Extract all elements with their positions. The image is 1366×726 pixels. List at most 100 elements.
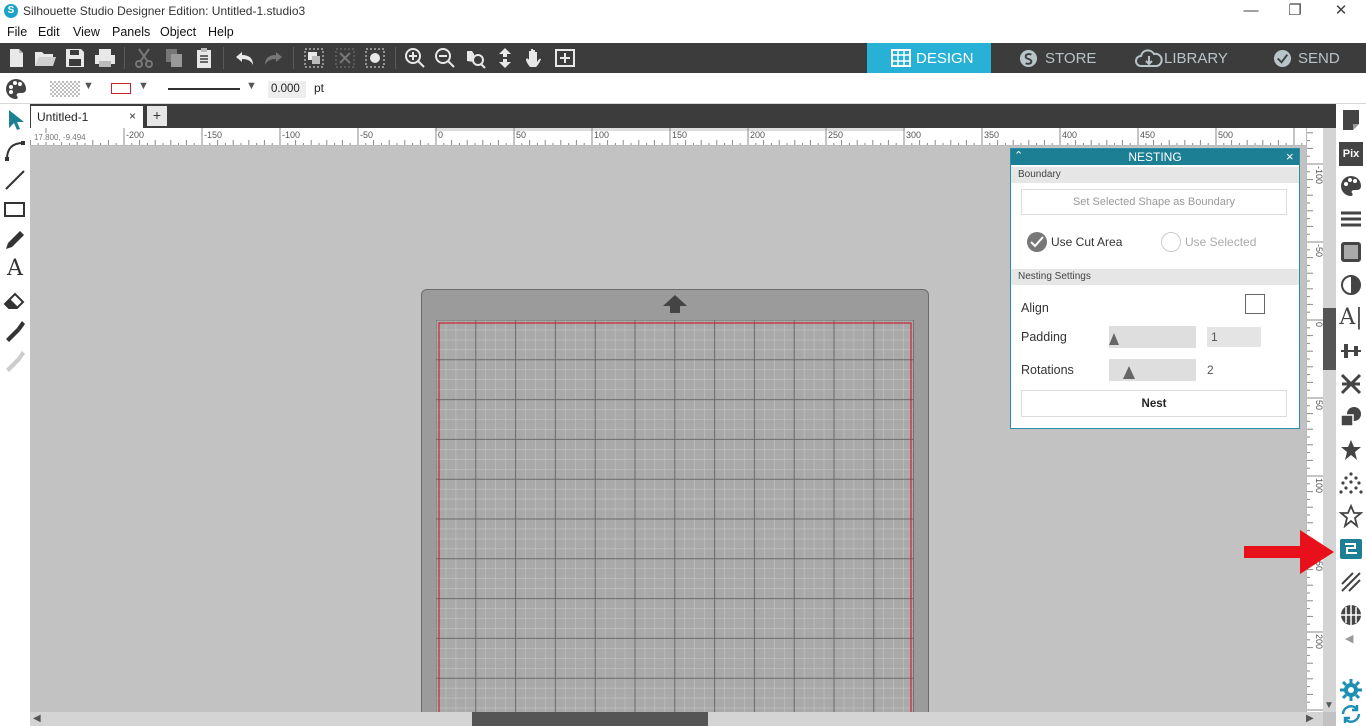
menu-object[interactable]: Object	[160, 25, 196, 39]
menu-edit[interactable]: Edit	[38, 25, 60, 39]
select-all-icon[interactable]	[363, 47, 387, 69]
transparency-icon[interactable]	[1339, 273, 1363, 297]
library-grid-icon[interactable]	[1339, 603, 1363, 627]
toolbar-separator	[395, 47, 396, 69]
add-page-icon[interactable]	[553, 47, 577, 69]
line-style-dropdown-arrow-icon[interactable]: ▼	[246, 80, 257, 92]
open-folder-icon[interactable]	[33, 47, 57, 69]
fill-dropdown-arrow-icon[interactable]: ▼	[83, 80, 94, 92]
rotations-slider-handle[interactable]	[1123, 366, 1135, 379]
menu-help[interactable]: Help	[208, 25, 234, 39]
line-style-sample[interactable]	[168, 88, 240, 90]
rectangle-tool-icon[interactable]	[3, 198, 27, 222]
transform-icon[interactable]	[1339, 372, 1363, 396]
trace-star-icon[interactable]	[1339, 504, 1363, 528]
align-checkbox[interactable]	[1245, 294, 1265, 314]
group-icon[interactable]	[302, 47, 326, 69]
line-color-swatch[interactable]	[111, 83, 131, 94]
nest-button[interactable]: Nest	[1021, 390, 1287, 417]
fill-pattern-swatch[interactable]	[50, 81, 80, 97]
point-edit-icon[interactable]	[3, 138, 27, 162]
annotation-arrow	[1244, 530, 1334, 574]
horizontal-scrollbar[interactable]: ◀ ▶	[30, 712, 1323, 726]
modify-icon[interactable]	[1339, 405, 1363, 429]
ungroup-icon[interactable]	[333, 47, 357, 69]
ruler-label: 500	[1218, 130, 1233, 140]
menu-file[interactable]: File	[7, 25, 27, 39]
ruler-label: 0	[438, 130, 443, 140]
minimize-button[interactable]: —	[1228, 0, 1274, 24]
cursor-coordinates: 17.800, -9.494	[34, 133, 86, 142]
sketch-icon[interactable]	[1339, 570, 1363, 594]
redo-icon[interactable]	[262, 47, 286, 69]
text-style-icon[interactable]: A|	[1339, 305, 1363, 330]
pixscan-icon[interactable]: Pix	[1339, 142, 1363, 166]
nesting-icon[interactable]	[1339, 537, 1363, 561]
knife-tool-icon[interactable]	[3, 318, 27, 342]
tab-design[interactable]: DESIGN	[867, 43, 991, 73]
rotations-value: 2	[1207, 363, 1214, 377]
palette-icon[interactable]	[5, 78, 27, 100]
replicate-icon[interactable]	[1339, 438, 1363, 462]
cutting-mat[interactable]	[421, 289, 929, 712]
collapse-panel-icon[interactable]: ◀	[1345, 632, 1353, 645]
line-width-input[interactable]: 0.000	[268, 81, 306, 98]
scroll-down-icon[interactable]: ▼	[1324, 700, 1334, 711]
paste-icon[interactable]	[192, 47, 216, 69]
panel-close-icon[interactable]: ×	[1286, 149, 1294, 164]
menu-view[interactable]: View	[73, 25, 100, 39]
restore-button[interactable]: ❐	[1272, 0, 1318, 24]
tab-untitled-1[interactable]: Untitled-1 ×	[31, 106, 143, 128]
zoom-out-icon[interactable]	[433, 47, 457, 69]
pencil-tool-icon[interactable]	[3, 228, 27, 252]
add-tab-button[interactable]: +	[147, 106, 167, 126]
tab-send[interactable]: SEND	[1245, 43, 1366, 73]
scroll-right-icon[interactable]: ▶	[1306, 713, 1314, 724]
padding-input[interactable]: 1	[1207, 327, 1261, 347]
close-button[interactable]: ✕	[1318, 0, 1364, 24]
zoom-select-icon[interactable]	[463, 47, 487, 69]
fill-pattern-icon[interactable]	[1339, 240, 1363, 264]
offset-dots-icon[interactable]	[1339, 471, 1363, 495]
ruler-label: 100	[594, 130, 609, 140]
use-selected-radio[interactable]	[1161, 232, 1181, 252]
padding-slider[interactable]	[1109, 326, 1196, 348]
fit-to-page-icon[interactable]	[493, 47, 517, 69]
vertical-ruler: -100 -50 0 50 100 150 200	[1306, 128, 1323, 712]
page-setup-icon[interactable]	[1339, 108, 1363, 132]
new-file-icon[interactable]	[4, 47, 28, 69]
use-cut-area-radio[interactable]	[1027, 232, 1047, 252]
vertical-scroll-thumb[interactable]	[1323, 308, 1336, 370]
select-arrow-icon[interactable]	[3, 108, 27, 132]
scroll-left-icon[interactable]: ◀	[33, 713, 41, 724]
tab-store[interactable]: STORE	[992, 43, 1114, 73]
line-color-dropdown-arrow-icon[interactable]: ▼	[138, 80, 149, 92]
align-icon[interactable]	[1339, 339, 1363, 363]
menu-panels[interactable]: Panels	[112, 25, 150, 39]
cut-icon[interactable]	[132, 47, 156, 69]
eraser-tool-icon[interactable]	[3, 288, 27, 312]
undo-icon[interactable]	[232, 47, 256, 69]
vertical-scrollbar[interactable]: ▼	[1323, 128, 1336, 712]
ruler-label: 350	[984, 130, 999, 140]
fill-color-icon[interactable]	[1339, 174, 1363, 198]
rotations-slider[interactable]	[1109, 359, 1196, 381]
eyedropper-tool-icon[interactable]	[3, 348, 27, 372]
line-style-icon[interactable]	[1339, 207, 1363, 231]
text-tool-icon[interactable]: A	[3, 256, 27, 281]
print-icon[interactable]	[93, 47, 117, 69]
pan-hand-icon[interactable]	[523, 47, 547, 69]
copy-icon[interactable]	[162, 47, 186, 69]
horizontal-scroll-thumb[interactable]	[472, 712, 708, 726]
rotations-label: Rotations	[1021, 363, 1074, 377]
sync-icon[interactable]	[1339, 702, 1363, 726]
zoom-in-icon[interactable]	[403, 47, 427, 69]
line-tool-icon[interactable]	[3, 168, 27, 192]
padding-slider-handle[interactable]	[1109, 333, 1119, 345]
settings-gear-icon[interactable]	[1339, 678, 1363, 702]
set-boundary-button[interactable]: Set Selected Shape as Boundary	[1021, 189, 1287, 215]
tab-close-icon[interactable]: ×	[129, 109, 136, 123]
save-icon[interactable]	[63, 47, 87, 69]
tab-library[interactable]: LIBRARY	[1115, 43, 1244, 73]
main-toolbar: DESIGN STORE LIBRARY SEND	[0, 43, 1366, 73]
